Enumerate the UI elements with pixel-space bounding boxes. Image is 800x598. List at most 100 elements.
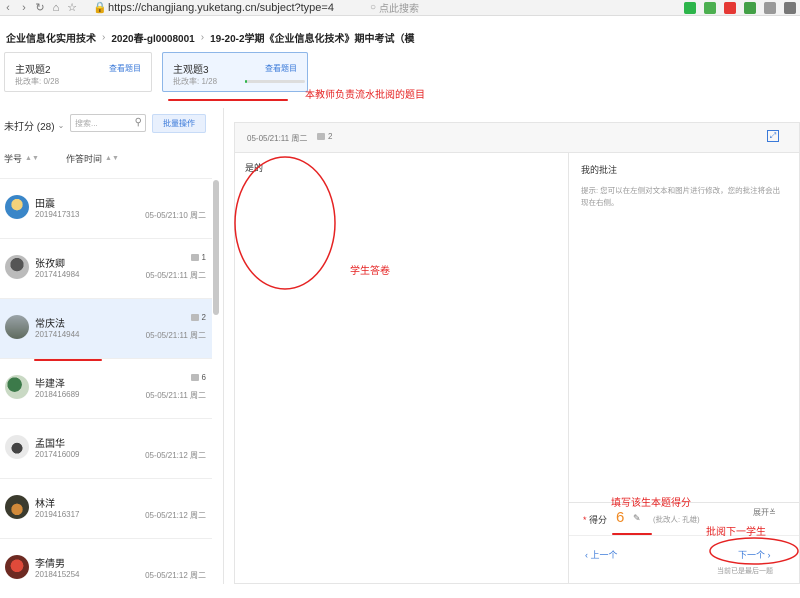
notes-hint: 提示: 您可以在左侧对文本和图片进行修改，您的批注将会出现在右侧。 bbox=[581, 186, 781, 207]
chevron-right-icon: › bbox=[767, 550, 771, 560]
avatar bbox=[5, 315, 29, 339]
student-name: 林洋 bbox=[35, 499, 55, 510]
filter-dropdown[interactable]: 未打分 (28) ⌄ bbox=[4, 118, 64, 133]
student-id: 2019417313 bbox=[35, 210, 80, 219]
view-question-link[interactable]: 查看题目 bbox=[265, 63, 297, 74]
search-placeholder: 搜索... bbox=[75, 119, 98, 128]
forward-icon[interactable]: › bbox=[16, 2, 32, 14]
browser-search-placeholder: 点此搜索 bbox=[379, 4, 420, 15]
annotation-underline bbox=[612, 533, 652, 535]
divider bbox=[568, 153, 569, 583]
previous-label: 上一个 bbox=[590, 550, 618, 560]
chevron-right-icon: › bbox=[200, 32, 205, 43]
grader-label: (批改人: 孔雄) bbox=[653, 515, 700, 524]
student-id: 2018416689 bbox=[35, 390, 80, 399]
pencil-icon[interactable]: ✎ bbox=[633, 513, 641, 524]
question-tab-3[interactable]: 主观题3 批改率: 1/28 查看题目 bbox=[162, 52, 308, 92]
scissors-icon[interactable] bbox=[724, 2, 736, 14]
star-icon[interactable]: ☆ bbox=[64, 1, 80, 14]
breadcrumb: 企业信息化实用技术 › 2020春-gl0008001 › 19-20-2学期《… bbox=[6, 30, 415, 45]
extension-icon[interactable] bbox=[704, 2, 716, 14]
next-label: 下一个 bbox=[738, 550, 766, 560]
submit-time: 05-05/21:12 周二 bbox=[145, 511, 206, 520]
gamepad-icon[interactable] bbox=[744, 2, 756, 14]
comment-icon bbox=[190, 374, 199, 381]
question-name: 主观题3 bbox=[173, 65, 209, 76]
submit-time: 05-05/21:11 周二 bbox=[145, 391, 206, 400]
back-icon[interactable]: ‹ bbox=[0, 2, 16, 14]
student-list-scrollbar[interactable] bbox=[213, 180, 219, 315]
chevron-down-icon: ⌄ bbox=[57, 121, 65, 130]
annotation-next-note: 批阅下一学生 bbox=[706, 527, 766, 538]
student-id: 2017414984 bbox=[35, 270, 80, 279]
column-time-label: 作答时间 bbox=[66, 154, 103, 164]
score-input[interactable]: 6 bbox=[616, 509, 624, 526]
student-row[interactable]: 孟国华 2017416009 05-05/21:12 周二 bbox=[0, 418, 212, 478]
expand-toggle[interactable]: 展开≚ bbox=[753, 507, 776, 518]
browser-toolbar: ‹ › ↻ ⌂ ☆ 🔒 https://changjiang.yuketang.… bbox=[0, 0, 800, 16]
url-text[interactable]: https://changjiang.yuketang.cn/subject?t… bbox=[108, 2, 334, 14]
student-list-panel: 未打分 (28) ⌄ 搜索... ⚲ 批量操作 学号 ▲▼ 作答时间 ▲▼ 田震 2… bbox=[0, 108, 224, 598]
sort-icon: ▲▼ bbox=[25, 155, 39, 162]
student-row[interactable]: 田震 2019417313 05-05/21:10 周二 bbox=[0, 178, 212, 238]
required-mark: * bbox=[583, 515, 587, 525]
student-id: 2017416009 bbox=[35, 450, 80, 459]
student-answer[interactable]: 是的 bbox=[245, 161, 263, 174]
sort-icon: ▲▼ bbox=[105, 155, 119, 162]
breadcrumb-class[interactable]: 2020春-gl0008001 bbox=[111, 30, 194, 45]
question-name: 主观题2 bbox=[15, 65, 51, 76]
column-header-id[interactable]: 学号 ▲▼ bbox=[4, 152, 39, 165]
student-row[interactable]: 毕建泽 2018416689 6 05-05/21:11 周二 bbox=[0, 358, 212, 418]
student-search-input[interactable]: 搜索... ⚲ bbox=[70, 114, 146, 132]
answer-header: 05-05/21:11 周二 2 ⤢ bbox=[235, 123, 799, 153]
student-name: 毕建泽 bbox=[35, 379, 65, 390]
browser-search[interactable]: ○ 点此搜索 bbox=[370, 0, 490, 15]
chevron-down-icon: ≚ bbox=[769, 508, 776, 517]
comment-count-value: 1 bbox=[201, 253, 206, 262]
expand-label: 展开 bbox=[753, 508, 769, 517]
question-tab-2[interactable]: 主观题2 批改率: 0/28 查看题目 bbox=[4, 52, 152, 92]
grading-rate: 批改率: 0/28 bbox=[15, 77, 60, 86]
annotation-answer-note: 学生答卷 bbox=[350, 266, 390, 277]
batch-action-button[interactable]: 批量操作 bbox=[152, 114, 206, 133]
search-icon: ○ bbox=[370, 2, 377, 13]
grid-icon[interactable] bbox=[764, 2, 776, 14]
extensions bbox=[684, 0, 796, 16]
column-header-time[interactable]: 作答时间 ▲▼ bbox=[66, 152, 119, 165]
student-name: 田震 bbox=[35, 199, 55, 210]
avatar bbox=[5, 195, 29, 219]
student-row[interactable]: 林洋 2019416317 05-05/21:12 周二 bbox=[0, 478, 212, 538]
grading-progress-bar bbox=[245, 80, 305, 83]
student-row[interactable]: 李倩男 2018415254 05-05/21:12 周二 bbox=[0, 538, 212, 598]
comment-icon bbox=[190, 254, 199, 261]
chevron-right-icon: › bbox=[102, 32, 106, 43]
student-row[interactable]: 常庆法 2017414944 2 05-05/21:11 周二 bbox=[0, 298, 212, 358]
avatar bbox=[5, 495, 29, 519]
refresh-icon[interactable]: ↻ bbox=[32, 1, 48, 14]
lock-icon: 🔒 bbox=[93, 2, 107, 14]
comment-icon bbox=[190, 314, 199, 321]
view-question-link[interactable]: 查看题目 bbox=[109, 63, 141, 74]
next-button[interactable]: 下一个 › bbox=[738, 548, 771, 561]
previous-button[interactable]: ‹ 上一个 bbox=[585, 548, 618, 561]
chevron-left-icon: ‹ bbox=[585, 550, 588, 560]
breadcrumb-course[interactable]: 企业信息化实用技术 bbox=[6, 30, 96, 45]
comment-count: 6 bbox=[190, 373, 206, 382]
avatar bbox=[5, 435, 29, 459]
search-icon[interactable]: ⚲ bbox=[135, 117, 142, 128]
student-row[interactable]: 张孜卿 2017414984 1 05-05/21:11 周二 bbox=[0, 238, 212, 298]
comment-count: 2 bbox=[190, 313, 206, 322]
shield-icon[interactable] bbox=[684, 2, 696, 14]
home-icon[interactable]: ⌂ bbox=[48, 2, 64, 14]
fullscreen-icon[interactable]: ⤢ bbox=[767, 130, 779, 142]
undo-icon[interactable] bbox=[784, 2, 796, 14]
column-id-label: 学号 bbox=[4, 154, 23, 164]
submit-time: 05-05/21:10 周二 bbox=[145, 211, 206, 220]
student-id: 2018415254 bbox=[35, 570, 80, 579]
comment-count-value: 2 bbox=[328, 132, 333, 141]
student-id: 2017414944 bbox=[35, 330, 80, 339]
student-list: 田震 2019417313 05-05/21:10 周二 张孜卿 2017414… bbox=[0, 178, 212, 598]
address-bar[interactable]: 🔒 https://changjiang.yuketang.cn/subject… bbox=[92, 1, 354, 15]
avatar bbox=[5, 375, 29, 399]
avatar bbox=[5, 255, 29, 279]
